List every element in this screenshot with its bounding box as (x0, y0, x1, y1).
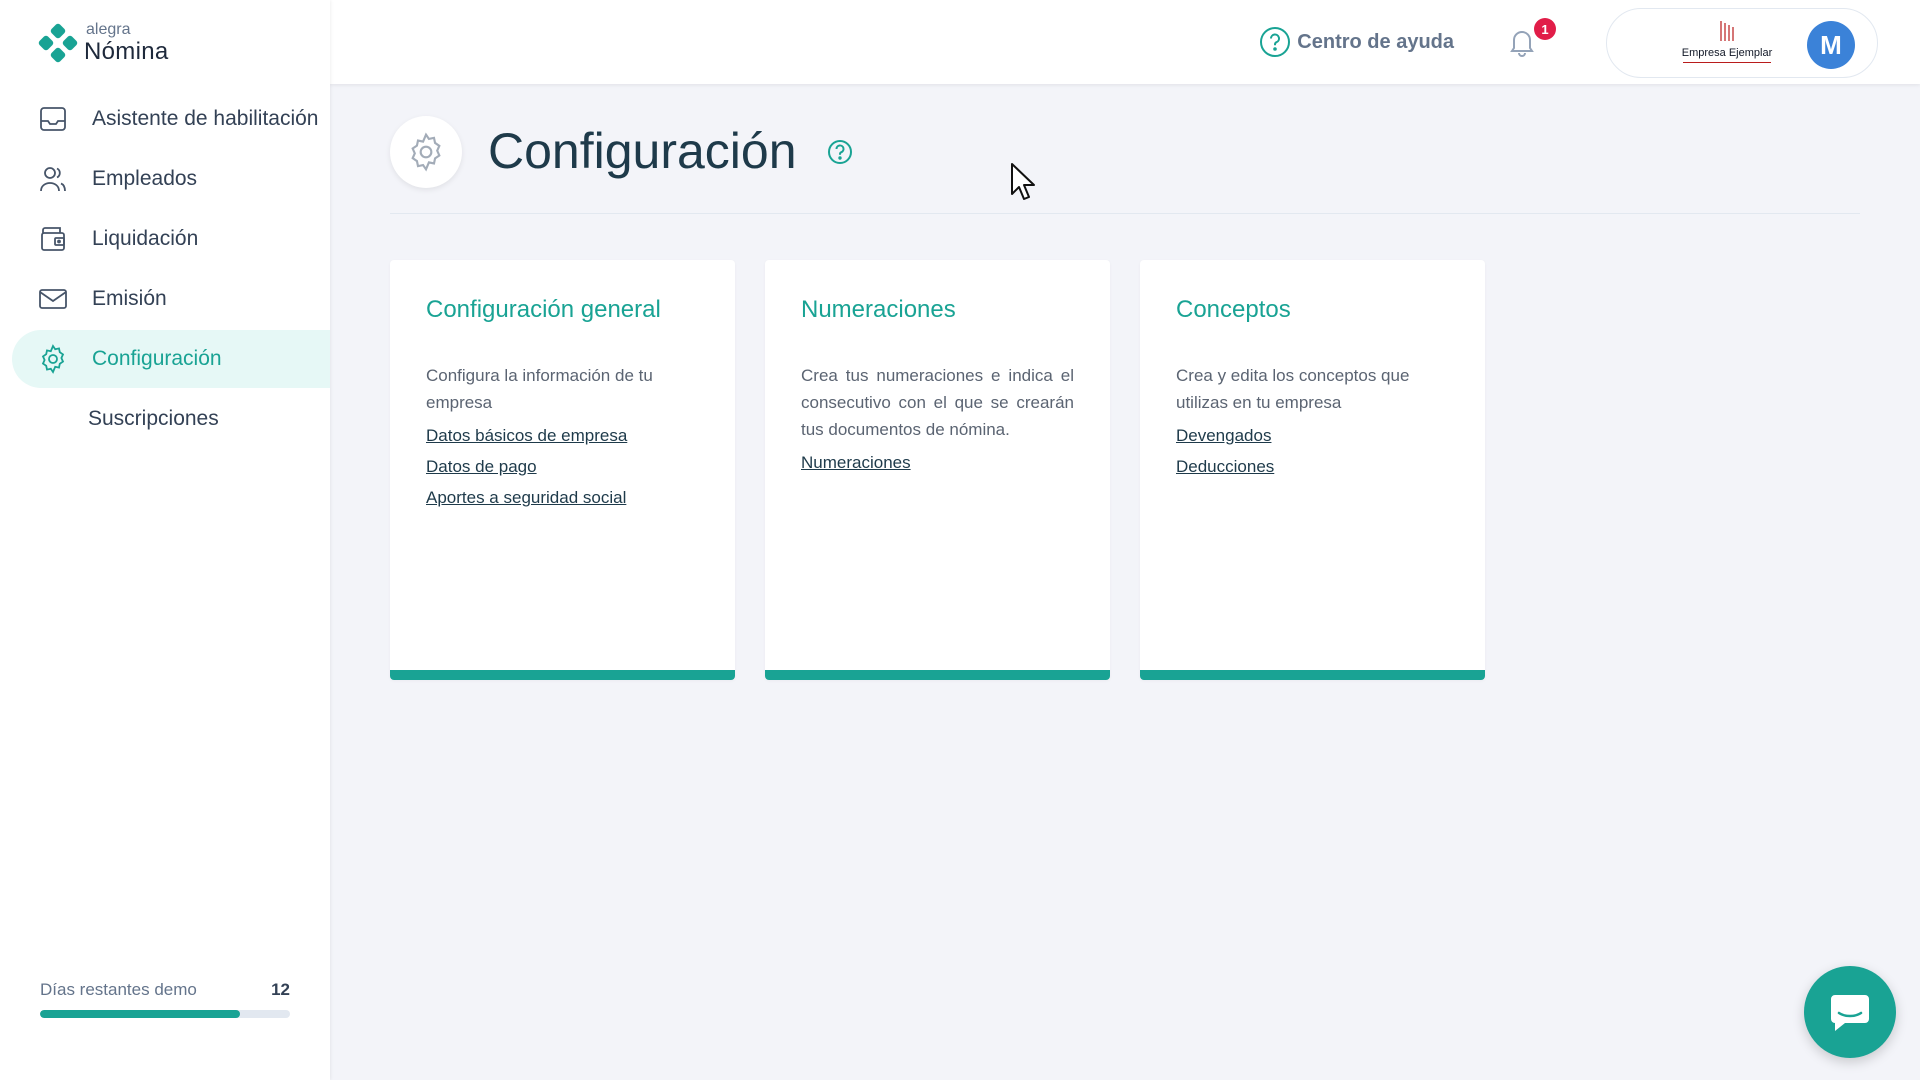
settings-cards: Configuración general Configura la infor… (390, 260, 1515, 680)
help-center-link[interactable]: Centro de ayuda (1259, 26, 1454, 58)
company-logo: Empresa Ejemplar (1677, 19, 1777, 63)
gear-icon (411, 132, 441, 172)
topbar: Centro de ayuda 1 Empresa Ejemplar M (330, 0, 1920, 84)
demo-progress-bar (40, 1010, 290, 1018)
notification-badge: 1 (1534, 18, 1556, 40)
mail-icon (39, 289, 67, 309)
sidebar-item-configuracion[interactable]: Configuración (12, 330, 330, 388)
sidebar-item-label: Liquidación (92, 227, 199, 250)
card-accent-bar (765, 670, 1110, 680)
page-title: Configuración (488, 123, 797, 179)
link-datos-pago[interactable]: Datos de pago (426, 457, 699, 477)
sidebar-item-label: Emisión (92, 287, 167, 310)
company-logo-icon (1720, 21, 1734, 41)
link-numeraciones[interactable]: Numeraciones (801, 453, 1074, 473)
app-root: alegra Nómina Asistente de habilitación (0, 0, 1920, 1080)
sidebar-item-empleados[interactable]: Empleados (12, 150, 330, 208)
app-logo[interactable]: alegra Nómina (38, 22, 169, 64)
card-description: Crea y edita los conceptos que utilizas … (1176, 366, 1410, 412)
card-configuracion-general: Configuración general Configura la infor… (390, 260, 735, 680)
card-accent-bar (390, 670, 735, 680)
card-title: Conceptos (1176, 296, 1291, 323)
card-title: Configuración general (426, 296, 661, 323)
sidebar-item-liquidacion[interactable]: Liquidación (12, 210, 330, 268)
link-aportes-seguridad-social[interactable]: Aportes a seguridad social (426, 488, 699, 508)
chat-bubble-icon (1831, 995, 1869, 1031)
card-accent-bar (1140, 670, 1485, 680)
sidebar-item-label: Suscripciones (88, 407, 219, 430)
link-datos-basicos[interactable]: Datos básicos de empresa (426, 426, 699, 446)
card-description: Configura la información de tu empresa (426, 366, 653, 412)
alegra-logo-icon (38, 23, 78, 63)
card-description: Crea tus numeraciones e indica el consec… (801, 366, 1074, 439)
demo-days-count: 12 (271, 980, 290, 999)
help-circle-icon (1260, 27, 1291, 57)
page-header: Configuración (390, 116, 1860, 214)
user-avatar[interactable]: M (1807, 21, 1855, 69)
demo-days-remaining: Días restantes demo 12 (40, 980, 290, 1018)
inbox-icon (40, 107, 66, 131)
sidebar-nav: Asistente de habilitación Empleados Liqu… (12, 90, 330, 450)
card-numeraciones: Numeraciones Crea tus numeraciones e ind… (765, 260, 1110, 680)
sidebar-item-suscripciones[interactable]: Suscripciones (12, 390, 330, 448)
card-title: Numeraciones (801, 296, 956, 323)
page-icon (390, 116, 462, 188)
wallet-icon (41, 227, 65, 251)
link-deducciones[interactable]: Deducciones (1176, 457, 1449, 477)
users-icon (40, 167, 66, 192)
demo-label: Días restantes demo (40, 980, 197, 999)
help-center-label: Centro de ayuda (1297, 30, 1454, 53)
card-conceptos: Conceptos Crea y edita los conceptos que… (1140, 260, 1485, 680)
chat-support-button[interactable] (1804, 966, 1896, 1058)
help-circle-icon[interactable] (826, 138, 854, 166)
company-underline (1683, 62, 1771, 63)
sidebar: alegra Nómina Asistente de habilitación (0, 0, 330, 1080)
link-devengados[interactable]: Devengados (1176, 426, 1449, 446)
logo-product-text: Nómina (84, 38, 169, 65)
sidebar-item-asistente[interactable]: Asistente de habilitación (12, 90, 330, 148)
demo-progress-fill (40, 1010, 240, 1018)
logo-small-text: alegra (86, 21, 131, 38)
company-name: Empresa Ejemplar (1681, 47, 1773, 59)
sidebar-item-label: Empleados (92, 167, 198, 190)
gear-icon (41, 344, 65, 374)
sidebar-item-label: Configuración (92, 347, 222, 370)
sidebar-item-label: Asistente de habilitación (92, 107, 319, 130)
sidebar-item-emision[interactable]: Emisión (12, 270, 330, 328)
company-account-menu[interactable]: Empresa Ejemplar M (1606, 8, 1878, 78)
mouse-cursor-icon (1011, 163, 1035, 200)
